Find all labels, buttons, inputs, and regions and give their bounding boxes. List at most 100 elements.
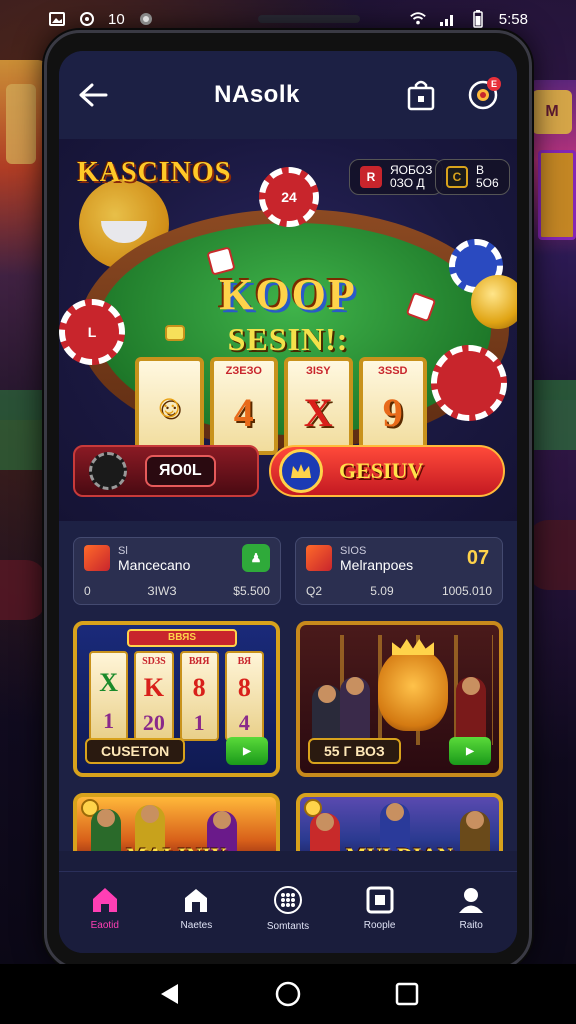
reel-symbol: X [99,668,119,697]
winner-meta: ЗIWЗ [147,584,177,598]
wifi-icon [409,10,427,28]
grid-dots-icon [273,886,302,914]
reel-symbol: 1 [103,708,115,733]
stool-right [528,520,576,590]
nav-home-button[interactable] [270,976,306,1012]
shopping-bag-icon [407,80,435,111]
notifications-button[interactable]: E [465,77,501,113]
reel-symbol: 8 [237,673,251,703]
status-time: 5:58 [498,10,528,28]
tab-profile[interactable]: Raito [431,886,511,931]
card-banner: ВВЯS [127,629,237,647]
game-card-slots[interactable]: ВВЯS X 1 SDЗS K 20 ВЯЯ 8 1 ВЯ 8 4 CUSETO… [73,621,280,777]
hero-brand: KASCINOS [77,157,232,188]
reel-symbol: K [143,673,164,703]
balance-chip-a[interactable]: R ЯОБОЗ 0ЗО Д [349,159,444,195]
winner-card[interactable]: SIOS Melranpoes 07 Q2 5.09 1005.010 [295,537,503,605]
reel-caption: ZЗЕЗО [225,365,262,377]
reel-caption: ВЯ [237,656,252,668]
winner-card[interactable]: Sl Mancecano ♟ 0 ЗIWЗ $5.500 [73,537,281,605]
game-name: 55 Г ВОЗ [308,738,401,764]
mini-reel: SDЗS K 20 [134,651,174,741]
game-thumb-icon [84,545,110,571]
square-target-icon [366,886,394,914]
chip-label: 24 [281,189,297,205]
tab-store[interactable]: Naetes [156,886,236,931]
reel-symbol: ☺ [152,387,186,424]
winners-row: Sl Mancecano ♟ 0 ЗIWЗ $5.500 SIOS Melran… [73,537,503,605]
tab-label: Eaotid [90,920,119,931]
notification-badge: E [487,77,501,91]
nav-back-button[interactable] [151,976,187,1012]
felt-table-right [528,380,576,450]
winner-name: Melranpoes [340,557,414,573]
winner-amount: $5.500 [233,584,270,598]
winner-amount: 1005.010 [441,584,492,598]
nav-recents-button[interactable] [389,976,425,1012]
tab-home[interactable]: Eaotid [65,886,145,931]
winner-tag: Sl [118,545,128,557]
store-icon [185,889,208,912]
games-section: Sl Mancecano ♟ 0 ЗIWЗ $5.500 SIOS Melran… [59,521,517,851]
balance-chip-b[interactable]: C В 5О6 [435,159,510,195]
promo-card-malinity[interactable]: MALINIY [73,793,280,851]
phone-frame: NAsolk E KASCINOS 24 L R ЯОБОЗ 0ЗО Д C В… [44,30,532,970]
tab-people[interactable]: Roople [340,886,420,931]
reel-symbol: 20 [142,709,165,735]
slot-machine-left [0,60,48,420]
slot-reel: ЗISY X [284,357,353,455]
winner-rank: Q2 [306,584,323,598]
slot-reel: ZЗЕЗО 4 [209,357,278,455]
game-name: CUSETON [85,738,186,764]
jackpot-amount: ЯО0L [145,455,216,487]
profile-icon [459,888,484,913]
winner-tag: SIOS [340,545,367,557]
crown-icon [279,449,323,493]
balance-line: 5О6 [476,176,499,190]
winner-meta: 5.09 [370,584,394,598]
shopping-bag-button[interactable] [403,77,439,113]
status-bar: 10 5:58 [0,0,576,38]
balance-icon: R [360,166,382,188]
winner-rank: 0 [84,584,91,598]
signal-icon [439,10,457,28]
game-card-lion-king[interactable]: 55 Г ВОЗ ▶ [296,621,503,777]
sync-icon [78,10,96,28]
balance-icon: C [446,166,468,188]
circle-home-icon [275,981,301,1007]
slot-reel: ЗSSD 9 [358,357,427,455]
promo-card-muldian[interactable]: MULDIAN [296,793,503,851]
home-icon [92,888,117,912]
pawn-icon: ♟ [242,544,270,572]
hero-banner[interactable]: KASCINOS 24 L R ЯОБОЗ 0ЗО Д C В 5О6 KOOP… [59,139,517,521]
mini-reel: X 1 [89,651,129,741]
tab-label: Roople [363,920,396,931]
character-figure [456,677,486,741]
jackpot-button[interactable]: ЯО0L [73,445,259,497]
play-button[interactable]: ▶ [226,737,268,765]
hero-headline: KOOP [219,270,357,319]
tab-label: Raito [459,920,483,931]
promo-title: MALINIY [77,843,276,851]
play-now-button[interactable]: GESIUV [269,445,505,497]
back-button[interactable] [75,77,111,113]
reel-symbol: 4 [233,389,254,435]
record-icon [137,10,155,28]
status-time-left: 10 [108,10,125,28]
reel-caption: SDЗS [142,656,166,668]
mini-reel: ВЯ 8 4 [224,651,264,741]
reel-caption: ЗSSD [377,365,408,377]
hero-subheadline: SESIN!: [227,321,349,357]
app-header: NAsolk E [59,51,517,139]
play-button[interactable]: ▶ [449,737,491,765]
mini-reels: X 1 SDЗS K 20 ВЯЯ 8 1 ВЯ 8 4 [89,651,264,741]
arrow-left-icon [79,83,108,107]
jackpot-badge-icon: 07 [466,546,490,569]
reel-symbol: 8 [192,673,206,703]
roulette-icon [89,452,127,490]
tab-tournaments[interactable]: Somtants [248,885,328,932]
gallery-icon [48,10,66,28]
mini-reel: ВЯЯ 8 1 [179,651,219,741]
bottom-tab-bar: Eaotid Naetes Somtants Roople Raito [59,871,517,953]
slot-reels: ☺ ZЗЕЗО 4 ЗISY X ЗSSD 9 [135,357,427,455]
